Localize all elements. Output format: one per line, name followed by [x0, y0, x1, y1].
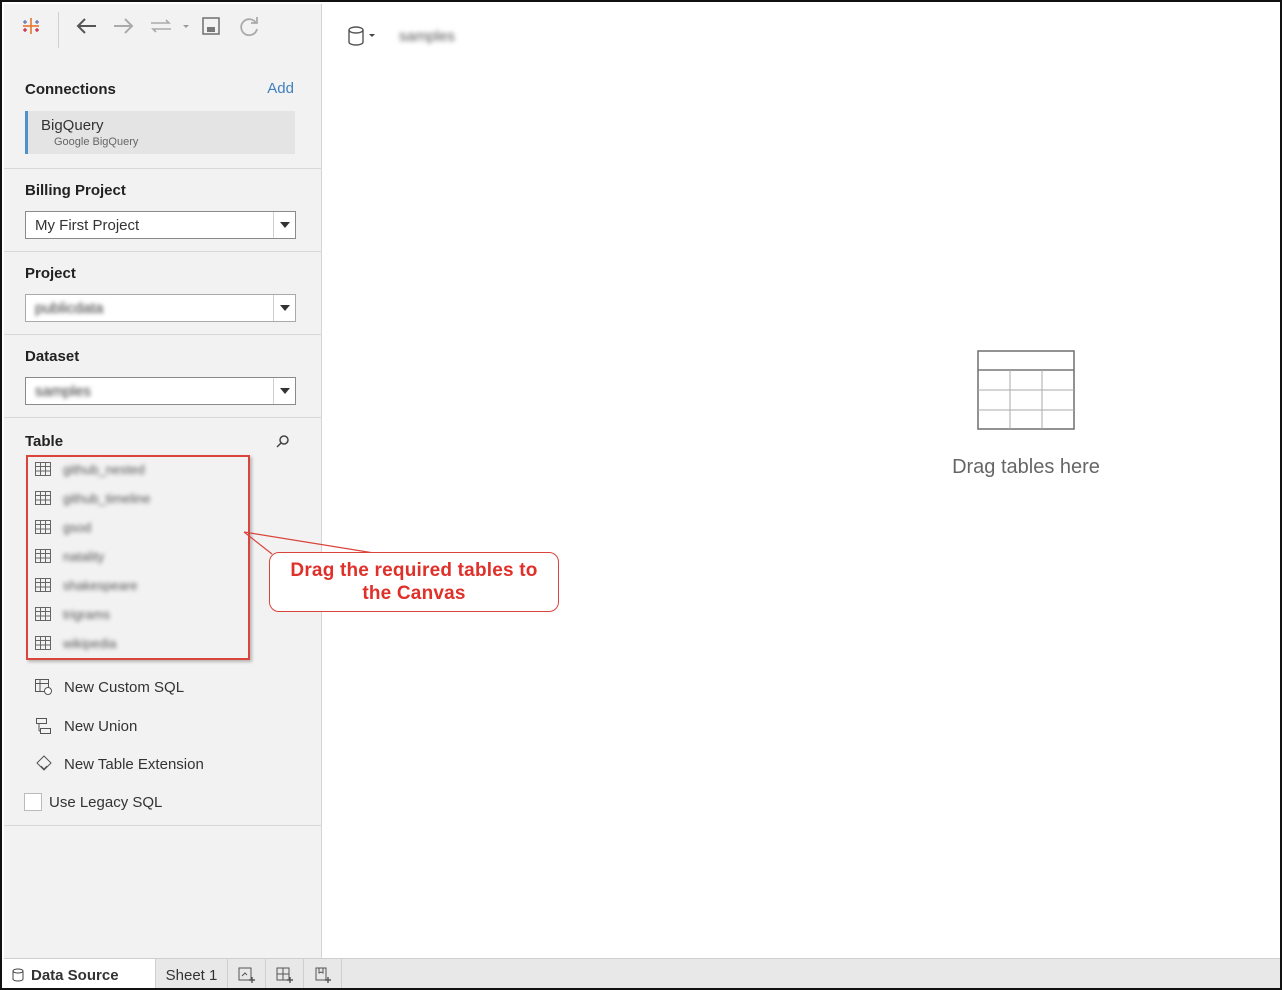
save-icon[interactable] — [199, 12, 223, 40]
table-placeholder-icon — [977, 350, 1075, 430]
new-custom-sql-button[interactable]: New Custom SQL — [35, 678, 184, 696]
new-table-extension-label: New Table Extension — [64, 755, 204, 773]
toolbar — [4, 4, 322, 50]
use-legacy-sql-option[interactable]: Use Legacy SQL — [24, 793, 162, 811]
use-legacy-sql-checkbox[interactable] — [24, 793, 42, 811]
back-arrow-icon[interactable] — [72, 12, 100, 40]
tab-sheet-1-label: Sheet 1 — [165, 966, 218, 984]
dataset-select[interactable]: samples — [25, 377, 296, 405]
app-window: Connections Add BigQuery Google BigQuery… — [0, 0, 1282, 990]
new-worksheet-icon[interactable] — [228, 959, 266, 988]
drop-zone-text: Drag tables here — [952, 456, 1100, 478]
connection-name: BigQuery — [41, 117, 104, 134]
new-story-icon[interactable] — [304, 959, 342, 988]
add-connection-link[interactable]: Add — [267, 80, 294, 97]
tab-data-source-label: Data Source — [31, 966, 119, 984]
table-extension-icon — [36, 755, 52, 771]
connection-type: Google BigQuery — [54, 136, 139, 148]
data-source-sidebar: Connections Add BigQuery Google BigQuery… — [4, 4, 322, 958]
use-legacy-sql-label: Use Legacy SQL — [49, 793, 163, 811]
callout-line-1: Drag the required tables to — [290, 560, 538, 581]
billing-project-title: Billing Project — [25, 182, 126, 199]
custom-sql-icon — [35, 679, 52, 695]
tableau-logo-icon[interactable] — [18, 12, 44, 40]
callout-annotation: Drag the required tables to the Canvas — [269, 552, 559, 612]
table-list-highlight — [26, 455, 250, 660]
tab-data-source[interactable]: Data Source — [4, 959, 156, 988]
database-icon — [12, 968, 24, 982]
bottom-tab-bar: Data Source Sheet 1 — [4, 958, 1280, 988]
project-title: Project — [25, 265, 76, 282]
database-dropdown-icon[interactable] — [347, 26, 379, 46]
billing-project-select[interactable]: My First Project — [25, 211, 296, 239]
refresh-icon[interactable] — [236, 12, 262, 40]
new-table-extension-button[interactable]: New Table Extension — [35, 755, 204, 773]
tab-sheet-1[interactable]: Sheet 1 — [156, 959, 228, 988]
search-icon[interactable] — [276, 434, 290, 453]
datasource-header[interactable]: samples — [347, 26, 455, 46]
billing-project-value: My First Project — [35, 217, 140, 234]
new-dashboard-icon[interactable] — [266, 959, 304, 988]
callout-line-2: the Canvas — [362, 583, 466, 604]
dataset-value: samples — [35, 383, 91, 400]
dataset-title: Dataset — [25, 348, 80, 365]
canvas[interactable]: samples Drag tables here — [323, 4, 1280, 958]
datasource-name[interactable]: samples — [399, 28, 455, 45]
chevron-down-icon — [273, 295, 295, 321]
connection-item-bigquery[interactable]: BigQuery Google BigQuery — [25, 111, 295, 154]
connections-title: Connections — [25, 81, 116, 98]
toolbar-separator — [58, 12, 59, 48]
project-value: publicdata — [35, 300, 104, 317]
chevron-down-icon — [273, 378, 295, 404]
chevron-down-icon — [273, 212, 295, 238]
table-title: Table — [25, 433, 64, 450]
new-union-button[interactable]: New Union — [35, 717, 137, 735]
new-union-label: New Union — [64, 717, 138, 735]
forward-arrow-icon[interactable] — [110, 12, 138, 40]
project-select[interactable]: publicdata — [25, 294, 296, 322]
new-custom-sql-label: New Custom SQL — [64, 678, 185, 696]
redo-dropdown-icon[interactable] — [146, 12, 192, 40]
union-icon — [36, 718, 51, 734]
